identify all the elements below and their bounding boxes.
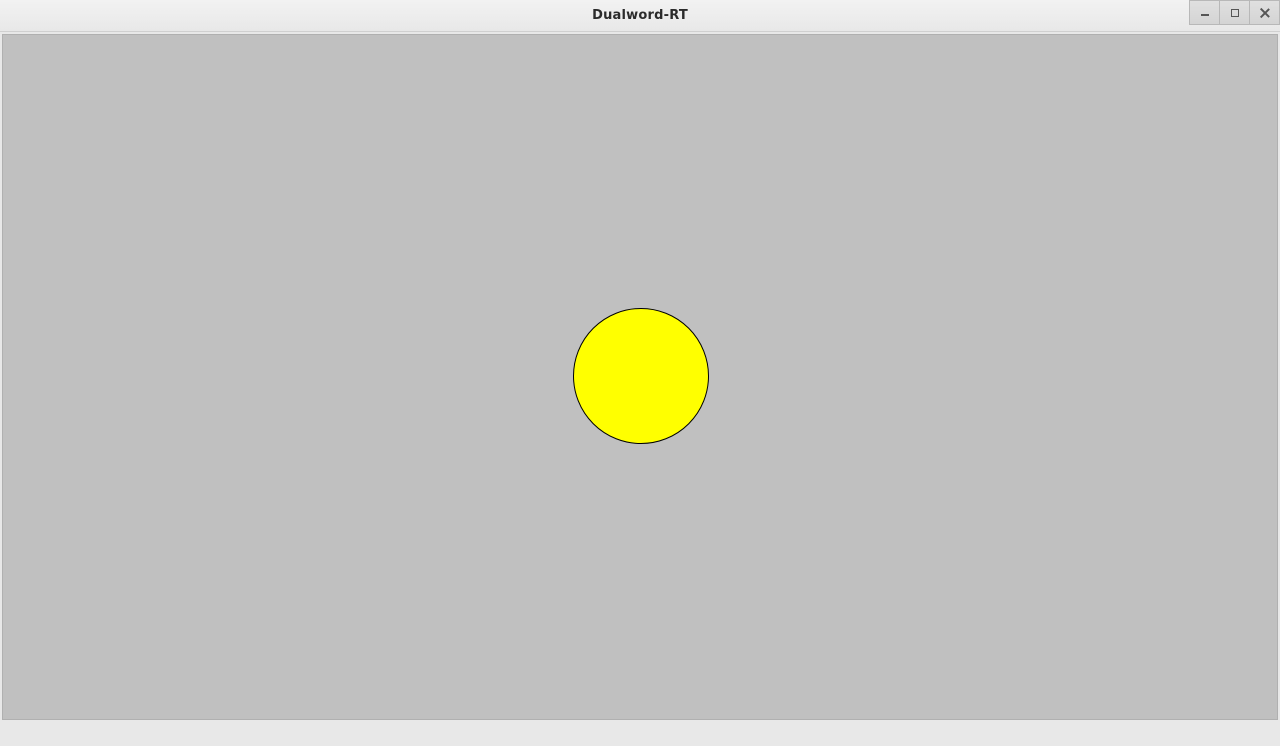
minimize-icon: [1201, 14, 1209, 16]
window-controls: [1189, 0, 1280, 31]
window-title: Dualword-RT: [592, 8, 688, 23]
minimize-button[interactable]: [1189, 0, 1220, 25]
titlebar: Dualword-RT: [0, 0, 1280, 32]
circle-shape: [573, 308, 709, 444]
render-canvas[interactable]: [2, 34, 1278, 720]
status-bar: [0, 722, 1280, 746]
close-icon: [1260, 8, 1270, 18]
maximize-icon: [1231, 9, 1239, 17]
close-button[interactable]: [1249, 0, 1280, 25]
maximize-button[interactable]: [1219, 0, 1250, 25]
